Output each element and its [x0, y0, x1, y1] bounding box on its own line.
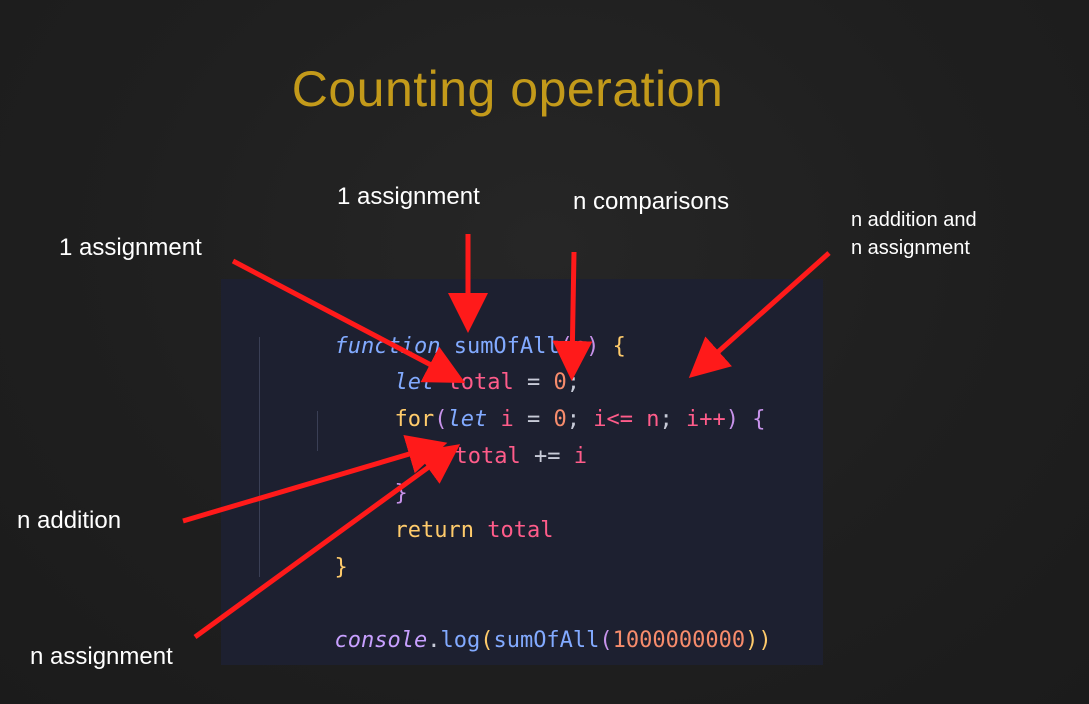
- annotation-assignment-top: 1 assignment: [337, 183, 480, 210]
- function-call: sumOfAll: [493, 628, 600, 653]
- brace: {: [738, 407, 766, 432]
- slide-title: Counting operation: [291, 61, 724, 117]
- operator: +=: [520, 444, 574, 469]
- semicolon: ;: [659, 407, 686, 432]
- keyword-return: return: [394, 518, 474, 543]
- condition: i<= n: [593, 407, 660, 432]
- paren: )): [745, 628, 772, 653]
- number: 1000000000: [612, 628, 746, 653]
- paren: ): [586, 334, 600, 359]
- annotation-assignment-bottom: n assignment: [30, 643, 173, 670]
- annotation-assignment-left: 1 assignment: [59, 234, 202, 261]
- var-i: i: [573, 444, 587, 469]
- slide: Counting operation function sumOfAll(n) …: [0, 0, 1089, 704]
- brace: {: [599, 334, 626, 359]
- annotation-addition-assignment: n addition and n assignment: [851, 209, 977, 259]
- var-total: total: [454, 444, 521, 469]
- code-panel: function sumOfAll(n) { let total = 0; fo…: [221, 279, 823, 665]
- dot: .: [427, 628, 441, 653]
- object-console: console: [334, 628, 428, 653]
- code-line-console: console.log(sumOfAll(1000000000)): [255, 599, 772, 683]
- paren: (: [480, 628, 494, 653]
- annotation-comparisons: n comparisons: [573, 188, 730, 215]
- brace: }: [334, 555, 348, 580]
- paren: (: [599, 628, 613, 653]
- paren: ): [725, 407, 739, 432]
- code-line-close-function: }: [255, 526, 348, 610]
- var-total: total: [473, 518, 554, 543]
- code-line-return: return total: [315, 489, 553, 573]
- method-log: log: [440, 628, 481, 653]
- increment: i++: [685, 407, 726, 432]
- annotation-addition: n addition: [17, 507, 122, 534]
